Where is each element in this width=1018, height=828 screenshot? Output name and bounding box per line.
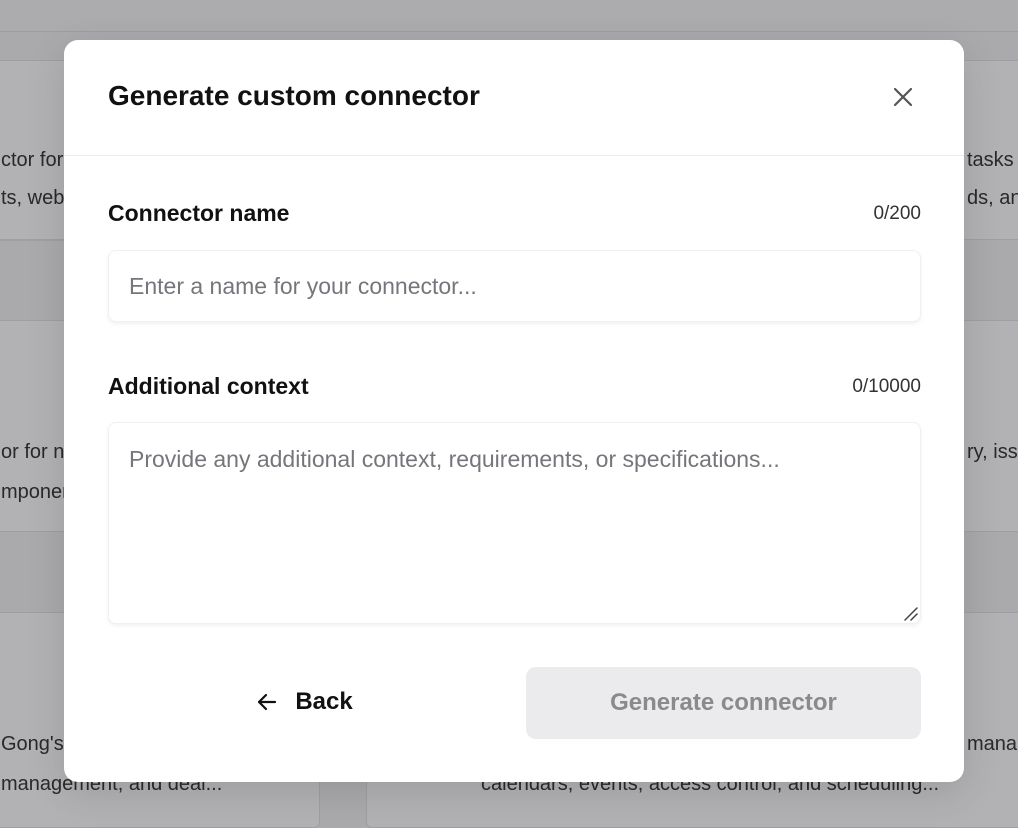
additional-context-char-count: 0/10000 — [852, 376, 921, 397]
generate-connector-button[interactable]: Generate connector — [526, 667, 921, 739]
connector-name-char-count: 0/200 — [873, 203, 921, 224]
back-button[interactable]: Back — [234, 668, 374, 736]
additional-context-textarea[interactable] — [108, 422, 921, 624]
arrow-left-icon — [258, 693, 277, 711]
modal-header: Generate custom connector — [64, 40, 964, 156]
close-button[interactable] — [886, 80, 920, 114]
connector-name-label: Connector name — [108, 200, 290, 226]
modal-title: Generate custom connector — [108, 80, 480, 111]
generate-connector-modal: Generate custom connector Connector name… — [64, 40, 964, 782]
generate-connector-button-label: Generate connector — [610, 689, 837, 716]
close-icon — [893, 87, 913, 107]
back-button-label: Back — [295, 688, 353, 715]
connector-name-input[interactable] — [108, 250, 921, 322]
additional-context-label: Additional context — [108, 373, 309, 399]
resize-grip-icon[interactable] — [902, 605, 918, 621]
